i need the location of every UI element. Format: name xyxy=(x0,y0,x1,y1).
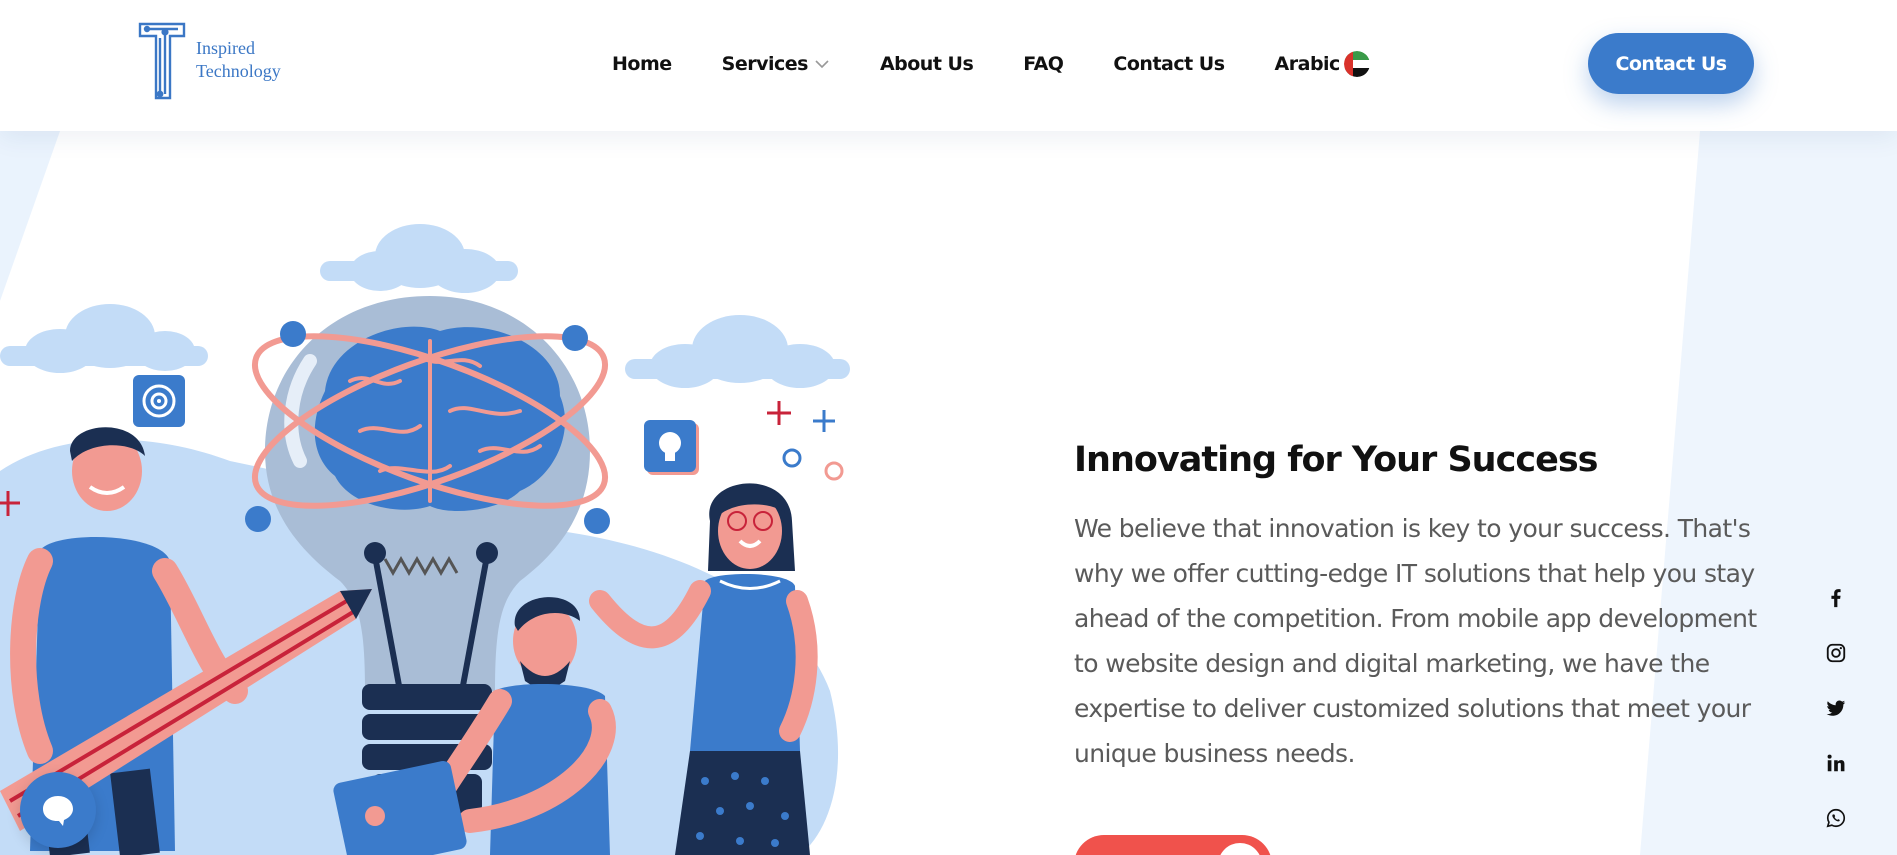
site-header: Inspired Technology Home Services About … xyxy=(0,0,1897,131)
logo[interactable]: Inspired Technology xyxy=(138,22,298,102)
cloud-icon xyxy=(625,315,850,388)
cloud-icon xyxy=(0,304,208,373)
button-knob xyxy=(1218,843,1262,855)
cloud-icon xyxy=(320,224,518,293)
lightbulb-icon xyxy=(644,420,699,475)
uae-flag-icon xyxy=(1343,51,1370,77)
nav-arabic-label: Arabic xyxy=(1274,53,1341,75)
social-facebook[interactable] xyxy=(1818,580,1854,616)
nav-contact-us[interactable]: Contact Us xyxy=(1113,53,1225,75)
whatsapp-icon xyxy=(1826,808,1846,828)
hero-illustration xyxy=(0,224,850,855)
nav-contact-us-label: Contact Us xyxy=(1113,53,1225,75)
social-whatsapp[interactable] xyxy=(1818,800,1854,836)
chat-bubble-icon xyxy=(43,796,73,826)
twitter-icon xyxy=(1826,700,1846,716)
social-linkedin[interactable] xyxy=(1818,745,1854,781)
social-instagram[interactable] xyxy=(1818,635,1854,671)
instagram-icon xyxy=(1826,643,1846,663)
nav-services[interactable]: Services xyxy=(722,53,830,75)
nav-about-us[interactable]: About Us xyxy=(879,53,974,75)
hero-title: Innovating for Your Success xyxy=(1074,440,1598,480)
nav-home[interactable]: Home xyxy=(612,53,672,75)
nav-home-label: Home xyxy=(612,53,672,75)
social-links xyxy=(1818,580,1854,855)
nav-services-label: Services xyxy=(721,53,809,75)
chevron-down-icon xyxy=(815,60,829,69)
contact-us-button[interactable]: Contact Us xyxy=(1588,33,1754,94)
main-nav: Home Services About Us FAQ Contact Us Ar… xyxy=(612,48,1370,80)
logo-icon xyxy=(138,22,186,100)
hero-cta-button[interactable] xyxy=(1074,835,1272,855)
nav-faq-label: FAQ xyxy=(1023,53,1064,75)
logo-text-line1: Inspired xyxy=(196,38,255,58)
linkedin-icon xyxy=(1827,754,1845,772)
hero-description: We believe that innovation is key to you… xyxy=(1074,514,1757,768)
social-twitter[interactable] xyxy=(1818,690,1854,726)
nav-about-us-label: About Us xyxy=(879,53,974,75)
target-icon xyxy=(133,375,185,427)
logo-text-line2: Technology xyxy=(196,61,281,81)
facebook-icon xyxy=(1831,589,1841,608)
nav-arabic[interactable]: Arabic xyxy=(1275,51,1370,77)
nav-faq[interactable]: FAQ xyxy=(1023,53,1064,75)
chat-widget-button[interactable] xyxy=(20,772,96,848)
